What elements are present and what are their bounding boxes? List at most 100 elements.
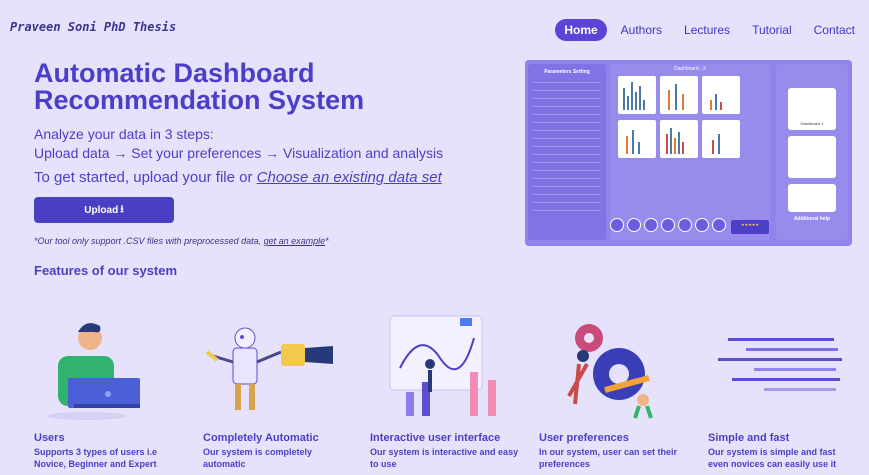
interface-illustration xyxy=(389,315,496,416)
preview-row xyxy=(533,197,601,203)
preview-bar xyxy=(710,100,712,110)
preview-bar xyxy=(632,130,634,154)
preview-bar xyxy=(643,100,645,110)
note-suffix: * xyxy=(325,236,329,246)
preview-card xyxy=(788,184,836,212)
preview-left-title: Parameters Setting xyxy=(544,69,590,75)
nav-links: Home Authors Lectures Tutorial Contact xyxy=(549,19,863,41)
preview-card xyxy=(788,136,836,178)
preview-row xyxy=(533,101,601,107)
preview-chart xyxy=(702,120,740,158)
start-line: To get started, upload your file or Choo… xyxy=(34,169,442,186)
steps-line-2: Upload data → Set your preferences → Vis… xyxy=(34,145,444,161)
get-example-link[interactable]: get an example xyxy=(264,236,326,246)
preview-bar xyxy=(627,96,629,110)
preview-tool-icon xyxy=(661,218,675,232)
preview-bar xyxy=(623,88,625,110)
preview-chart xyxy=(660,120,698,158)
start-prefix: To get started, upload your file or xyxy=(34,169,257,186)
feature-title: Users xyxy=(34,432,65,444)
upload-label: Upload xyxy=(84,204,119,216)
users-illustration xyxy=(46,323,140,420)
preview-bar xyxy=(639,86,641,110)
preview-bar xyxy=(718,134,720,154)
preview-bar xyxy=(635,92,637,110)
feature-title: Simple and fast xyxy=(708,432,790,444)
feature-desc: In our system, user can set their prefer… xyxy=(539,447,678,469)
preview-row xyxy=(533,141,601,147)
steps-line-1: Analyze your data in 3 steps: xyxy=(34,126,214,142)
feature-title: Completely Automatic xyxy=(203,432,319,444)
feature-desc: Our system is interactive and easy to us… xyxy=(370,447,519,469)
preview-row xyxy=(533,93,601,99)
feature-title: User preferences xyxy=(539,432,629,444)
preview-bar xyxy=(638,142,640,154)
preview-bar xyxy=(682,94,684,110)
preview-row xyxy=(533,117,601,123)
speed-lines-illustration xyxy=(718,338,842,391)
preview-row xyxy=(533,109,601,115)
preview-bar xyxy=(712,140,714,154)
preview-tool-icon xyxy=(610,218,624,232)
preview-bar xyxy=(666,134,668,154)
preview-row xyxy=(533,125,601,131)
feature-title: Interactive user interface xyxy=(370,432,501,444)
hero-title: Automatic Dashboard Recommendation Syste… xyxy=(34,58,365,115)
preview-row xyxy=(533,189,601,195)
preview-row xyxy=(533,157,601,163)
preview-bar xyxy=(631,82,633,110)
preview-chart xyxy=(702,76,740,114)
preview-bar xyxy=(675,84,677,110)
preview-help-label: Additional help xyxy=(793,216,831,222)
preview-row xyxy=(533,165,601,171)
upload-icon: ⭳ xyxy=(120,203,124,215)
preview-row xyxy=(533,181,601,187)
preview-tool-icon xyxy=(695,218,709,232)
preview-bar xyxy=(678,132,680,154)
dashboard-preview-image: Parameters Setting Dashboard - 2 ★★★★★ D… xyxy=(525,60,852,246)
preview-recommendation-panel: Dashboard 1 Additional help xyxy=(776,64,848,240)
nav-tutorial[interactable]: Tutorial xyxy=(744,19,800,41)
preferences-illustration xyxy=(567,324,653,419)
preview-tool-icon xyxy=(627,218,641,232)
preview-chart xyxy=(660,76,698,114)
preview-bar xyxy=(670,128,672,154)
preview-card-label: Dashboard 1 xyxy=(800,121,824,126)
preview-toolbar xyxy=(610,218,726,232)
nav-contact[interactable]: Contact xyxy=(806,19,863,41)
preview-chart xyxy=(618,76,656,114)
nav-home[interactable]: Home xyxy=(555,19,607,41)
preview-rating: ★★★★★ xyxy=(731,220,769,234)
preview-row xyxy=(533,149,601,155)
preview-card: Dashboard 1 xyxy=(788,88,836,130)
preview-tool-icon xyxy=(644,218,658,232)
preview-bar xyxy=(668,90,670,110)
preview-bar xyxy=(720,102,722,110)
preview-row xyxy=(533,77,601,83)
preview-tool-icon xyxy=(678,218,692,232)
robot-illustration xyxy=(205,327,333,410)
feature-desc: Our system is simple and fast even novic… xyxy=(708,447,837,469)
brand-title[interactable]: Praveen Soni PhD Thesis xyxy=(10,20,176,34)
csv-note: *Our tool only support .CSV files with p… xyxy=(34,236,329,246)
preview-chart xyxy=(618,120,656,158)
nav-lectures[interactable]: Lectures xyxy=(676,19,738,41)
preview-bar xyxy=(682,142,684,154)
nav-authors[interactable]: Authors xyxy=(613,19,670,41)
feature-desc: Supports 3 types of users i.e Novice, Be… xyxy=(34,447,158,469)
preview-row xyxy=(533,85,601,91)
preview-row xyxy=(533,133,601,139)
steps-text: Analyze your data in 3 steps: Upload dat… xyxy=(34,125,443,163)
preview-parameters-panel: Parameters Setting xyxy=(528,64,606,240)
upload-button[interactable]: Upload ⭳ xyxy=(34,197,174,223)
preview-bar xyxy=(674,138,676,154)
note-prefix: *Our tool only support .CSV files with p… xyxy=(34,236,264,246)
preview-tool-icon xyxy=(712,218,726,232)
preview-bar xyxy=(715,94,717,110)
preview-row xyxy=(533,173,601,179)
preview-center-title: Dashboard - 2 xyxy=(674,66,706,72)
top-navbar: Praveen Soni PhD Thesis Home Authors Lec… xyxy=(0,0,869,56)
feature-desc: Our system is completely automatic xyxy=(203,447,313,469)
choose-dataset-link[interactable]: Choose an existing data set xyxy=(257,169,442,186)
preview-bar xyxy=(626,136,628,154)
